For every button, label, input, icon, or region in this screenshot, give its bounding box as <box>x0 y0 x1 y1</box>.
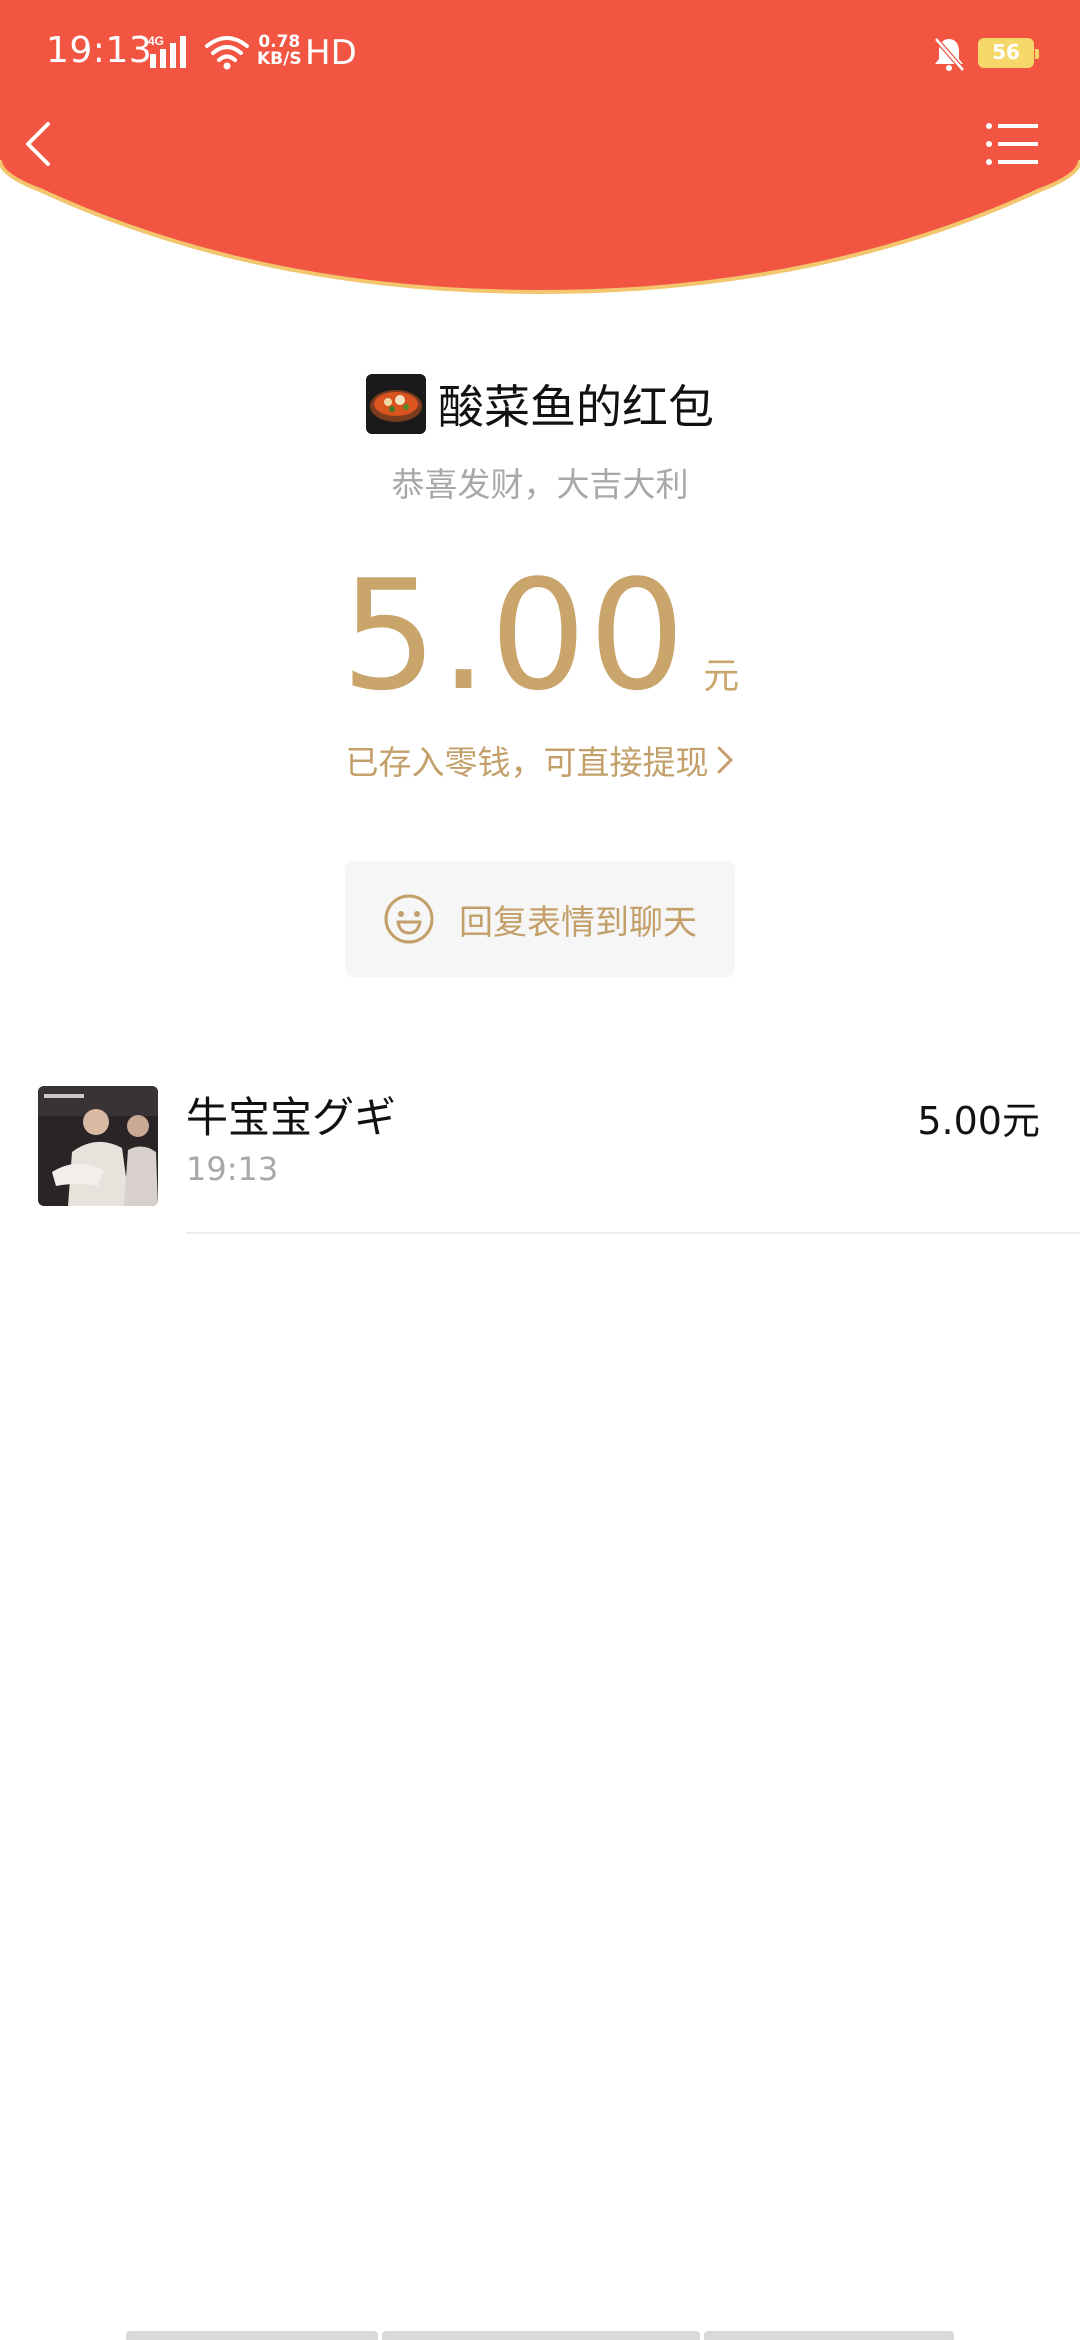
back-icon[interactable] <box>18 116 58 172</box>
packet-title-row: 酸菜鱼的红包 <box>0 372 1080 436</box>
currency-unit: 元 <box>703 656 740 697</box>
receiver-name: 牛宝宝グギ <box>186 1093 397 1142</box>
amount-value: 5.00 <box>340 547 688 724</box>
hd-indicator: HD <box>305 33 357 73</box>
reply-sticker-button[interactable]: 回复表情到聊天 <box>345 861 735 977</box>
list-menu-icon[interactable] <box>984 120 1040 168</box>
receiver-list-item[interactable]: 牛宝宝グギ 19:13 5.00元 <box>0 1060 1080 1235</box>
receiver-time: 19:13 <box>186 1150 279 1188</box>
status-bar: 19:13 4G 0.78 KB/S HD 56 <box>0 0 1080 110</box>
packet-title: 酸菜鱼的红包 <box>438 380 714 434</box>
status-time: 19:13 <box>46 30 153 71</box>
network-speed: 0.78 KB/S <box>257 32 302 69</box>
saved-to-change-link[interactable]: 已存入零钱，可直接提现 <box>0 736 1080 784</box>
gesture-bar-center[interactable] <box>382 2331 700 2340</box>
chevron-right-icon <box>717 746 732 774</box>
bell-muted-icon <box>934 37 965 72</box>
battery-level: 56 <box>992 40 1020 64</box>
wifi-icon <box>205 36 249 70</box>
row-divider <box>186 1232 1080 1234</box>
receiver-amount: 5.00元 <box>917 1099 1040 1143</box>
sender-avatar[interactable] <box>366 374 426 434</box>
cellular-signal-icon: 4G <box>148 34 186 68</box>
smiley-icon <box>384 894 434 944</box>
saved-notice-text: 已存入零钱，可直接提现 <box>345 743 709 782</box>
reply-sticker-label: 回复表情到聊天 <box>459 902 697 943</box>
gesture-bar-right[interactable] <box>704 2331 954 2340</box>
svg-text:4G: 4G <box>148 34 164 48</box>
amount-display: 5.00 元 <box>0 560 1080 712</box>
packet-greeting: 恭喜发财，大吉大利 <box>391 465 689 504</box>
battery-icon: 56 <box>978 38 1039 68</box>
gesture-bar-left[interactable] <box>126 2331 378 2340</box>
receiver-avatar[interactable] <box>38 1086 158 1206</box>
